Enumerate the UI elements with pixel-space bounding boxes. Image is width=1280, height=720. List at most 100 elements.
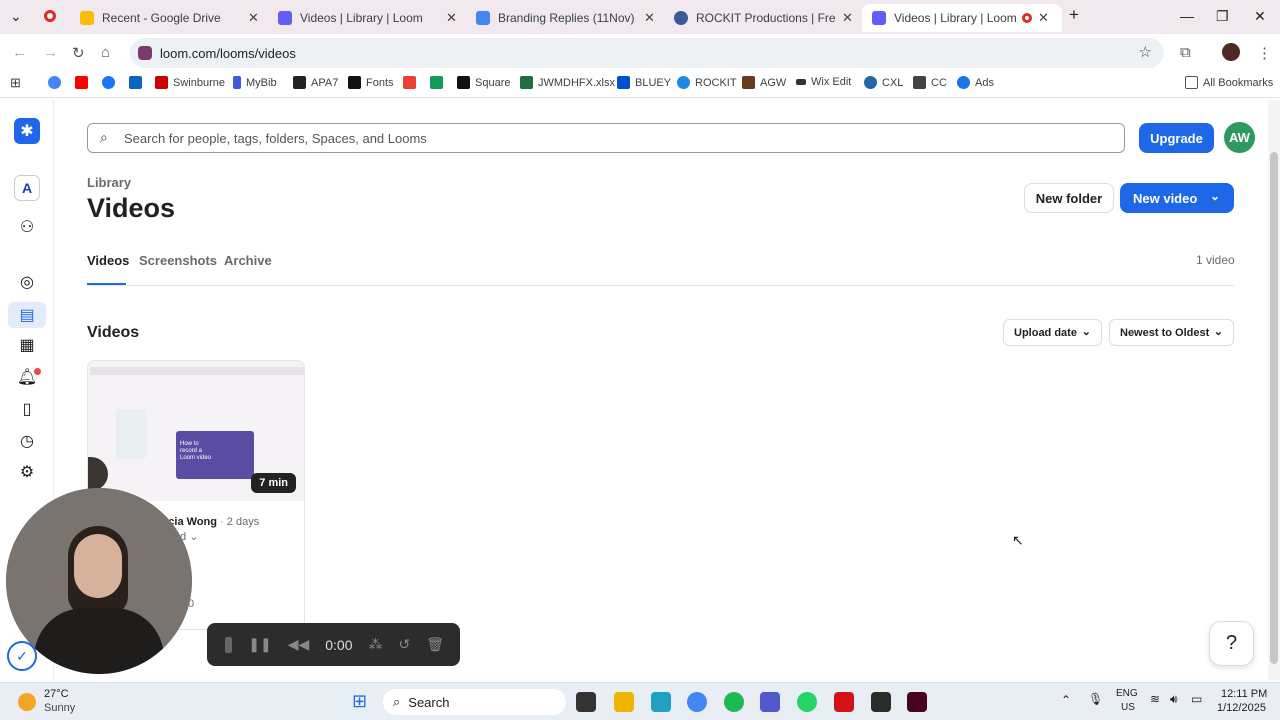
tab-google-drive[interactable]: Recent - Google Drive ✕ [70,4,269,32]
help-button[interactable]: ? [1209,621,1254,666]
bookmark-wix-edit[interactable]: Wix Edit [796,76,851,88]
file-explorer-icon[interactable] [614,692,634,712]
bookmark-google[interactable] [48,76,66,89]
extensions-icon[interactable]: ⧉ [1180,44,1191,61]
facebook-icon [102,76,115,89]
pause-icon[interactable]: ❚❚ [248,636,271,653]
stop-icon[interactable] [225,636,233,653]
tab-loom-videos[interactable]: Videos | Library | Loom ✕ [268,4,467,32]
bookmark-bluey[interactable]: BLUEY [617,76,671,89]
apps-grid-icon[interactable]: ⊞ [10,75,21,91]
weather-sun-icon[interactable] [18,693,36,711]
search-input[interactable]: ⌕ Search for people, tags, folders, Spac… [87,123,1125,153]
calendar-icon[interactable]: ▦ [15,333,39,357]
microphone-icon[interactable]: 🎙︎ [1088,692,1103,706]
trash-icon[interactable]: 🗑︎ [426,636,444,653]
forward-icon[interactable]: → [43,44,58,61]
all-bookmarks[interactable]: All Bookmarks [1185,76,1273,89]
breadcrumb[interactable]: Library [87,175,131,190]
rewind-icon[interactable]: ◀◀ [288,636,310,653]
upgrade-button[interactable]: Upgrade [1139,123,1214,153]
profile-icon[interactable]: ◎ [15,270,39,294]
language-region[interactable]: US [1121,702,1135,713]
minimize-icon[interactable]: — [1180,8,1194,24]
bookmark-swinburne[interactable]: Swinburne [155,76,225,89]
history-icon[interactable]: ◷ [15,429,39,453]
close-icon[interactable]: ✕ [248,10,259,26]
sort-order-select[interactable]: Newest to Oldest ⌄ [1109,319,1234,346]
bookmark-ads[interactable]: Ads [957,76,994,89]
page-scrollbar[interactable] [1268,100,1280,680]
sort-field-select[interactable]: Upload date ⌄ [1003,319,1102,346]
tab-branding-replies[interactable]: Branding Replies (11Nov) - Goo ✕ [466,4,665,32]
tab-search-icon[interactable]: ⌄ [10,8,22,25]
clock-time[interactable]: 12:11 PM [1221,688,1267,700]
bookmark-square[interactable]: Square [457,76,510,89]
bookmark-drive[interactable] [430,76,448,89]
restart-icon[interactable]: ↺ [398,636,410,653]
new-tab-icon[interactable]: + [1069,5,1079,25]
loom-logo-icon[interactable]: ✱ [14,118,40,144]
task-view-icon[interactable] [576,692,596,712]
windows-start-icon[interactable]: ⊞ [352,691,367,712]
new-video-button[interactable]: New video ⌄ [1120,183,1234,213]
workspace-avatar[interactable]: A [14,175,40,201]
bookmark-agw[interactable]: AGW [742,76,786,89]
close-icon[interactable]: ✕ [1038,10,1049,26]
whatsapp-icon[interactable] [797,692,817,712]
teams-icon[interactable] [760,692,780,712]
home-icon[interactable]: ⌂ [101,44,110,61]
bookmark-cxl[interactable]: CXL [864,76,903,89]
clock-date[interactable]: 1/12/2025 [1217,702,1266,714]
tab-rockit[interactable]: ROCKIT Productions | Free Trial ✕ [664,4,863,32]
tab-archive[interactable]: Archive [224,253,272,268]
bookmark-gmail[interactable] [403,76,421,89]
user-avatar[interactable]: AW [1224,122,1255,153]
invite-user-icon[interactable]: ⚇ [15,215,39,239]
language-code[interactable]: ENG [1116,688,1138,699]
spotify-icon[interactable] [724,692,744,712]
settings-icon[interactable]: ⚙ [15,460,39,484]
site-info-icon[interactable] [138,46,152,60]
bookmark-mybib[interactable]: MyBib [233,76,277,89]
address-bar[interactable]: loom.com/looms/videos ☆ [130,38,1164,68]
bookmark-cc[interactable]: CC [913,76,947,89]
sticky-notes-icon[interactable] [871,692,891,712]
snipping-tool-icon[interactable] [651,692,671,712]
close-icon[interactable]: ✕ [842,10,853,26]
scrollbar-thumb[interactable] [1270,152,1278,664]
bookmark-facebook[interactable] [102,76,120,89]
tab-videos[interactable]: Videos [87,253,129,268]
bookmark-fonts[interactable]: Fonts [348,76,394,89]
new-folder-button[interactable]: New folder [1024,183,1114,213]
bookmark-linkedin[interactable] [129,76,147,89]
tray-chevron-icon[interactable]: ⌃ [1061,693,1071,707]
weather-temp: 27°C [44,688,69,700]
library-icon[interactable]: ▤ [8,302,46,328]
back-icon[interactable]: ← [12,44,27,61]
check-icon[interactable]: ✓ [7,641,37,671]
window-close-icon[interactable]: ✕ [1254,8,1266,25]
browser-menu-icon[interactable]: ⋮ [1257,44,1272,62]
maximize-icon[interactable]: ❐ [1216,8,1229,25]
taskbar-search[interactable]: ⌕ Search [383,689,566,715]
wifi-icon[interactable]: ≋ [1150,692,1160,706]
indesign-icon[interactable] [907,692,927,712]
close-icon[interactable]: ✕ [644,10,655,26]
reload-icon[interactable]: ↻ [72,44,85,62]
tab-loom-videos-active[interactable]: Videos | Library | Loom ✕ [862,4,1062,32]
chrome-icon[interactable] [687,692,707,712]
bookmark-rockit[interactable]: ROCKIT [677,76,737,89]
acrobat-icon[interactable] [834,692,854,712]
tab-screenshots[interactable]: Screenshots [139,253,217,268]
bookmark-apa7[interactable]: APA7 [293,76,338,89]
profile-avatar[interactable] [1222,43,1240,61]
drawing-tool-icon[interactable]: ⁂ [368,636,382,653]
volume-icon[interactable]: 🔊︎ [1170,692,1178,707]
bookmark-youtube[interactable] [75,76,93,89]
close-icon[interactable]: ✕ [446,10,457,26]
bookmark-jwmdhfx[interactable]: JWMDHFX.xlsx [520,76,615,89]
bookmark-icon[interactable]: ▯ [15,397,39,421]
battery-icon[interactable]: ▭ [1191,692,1202,706]
bookmark-star-icon[interactable]: ☆ [1139,43,1152,61]
